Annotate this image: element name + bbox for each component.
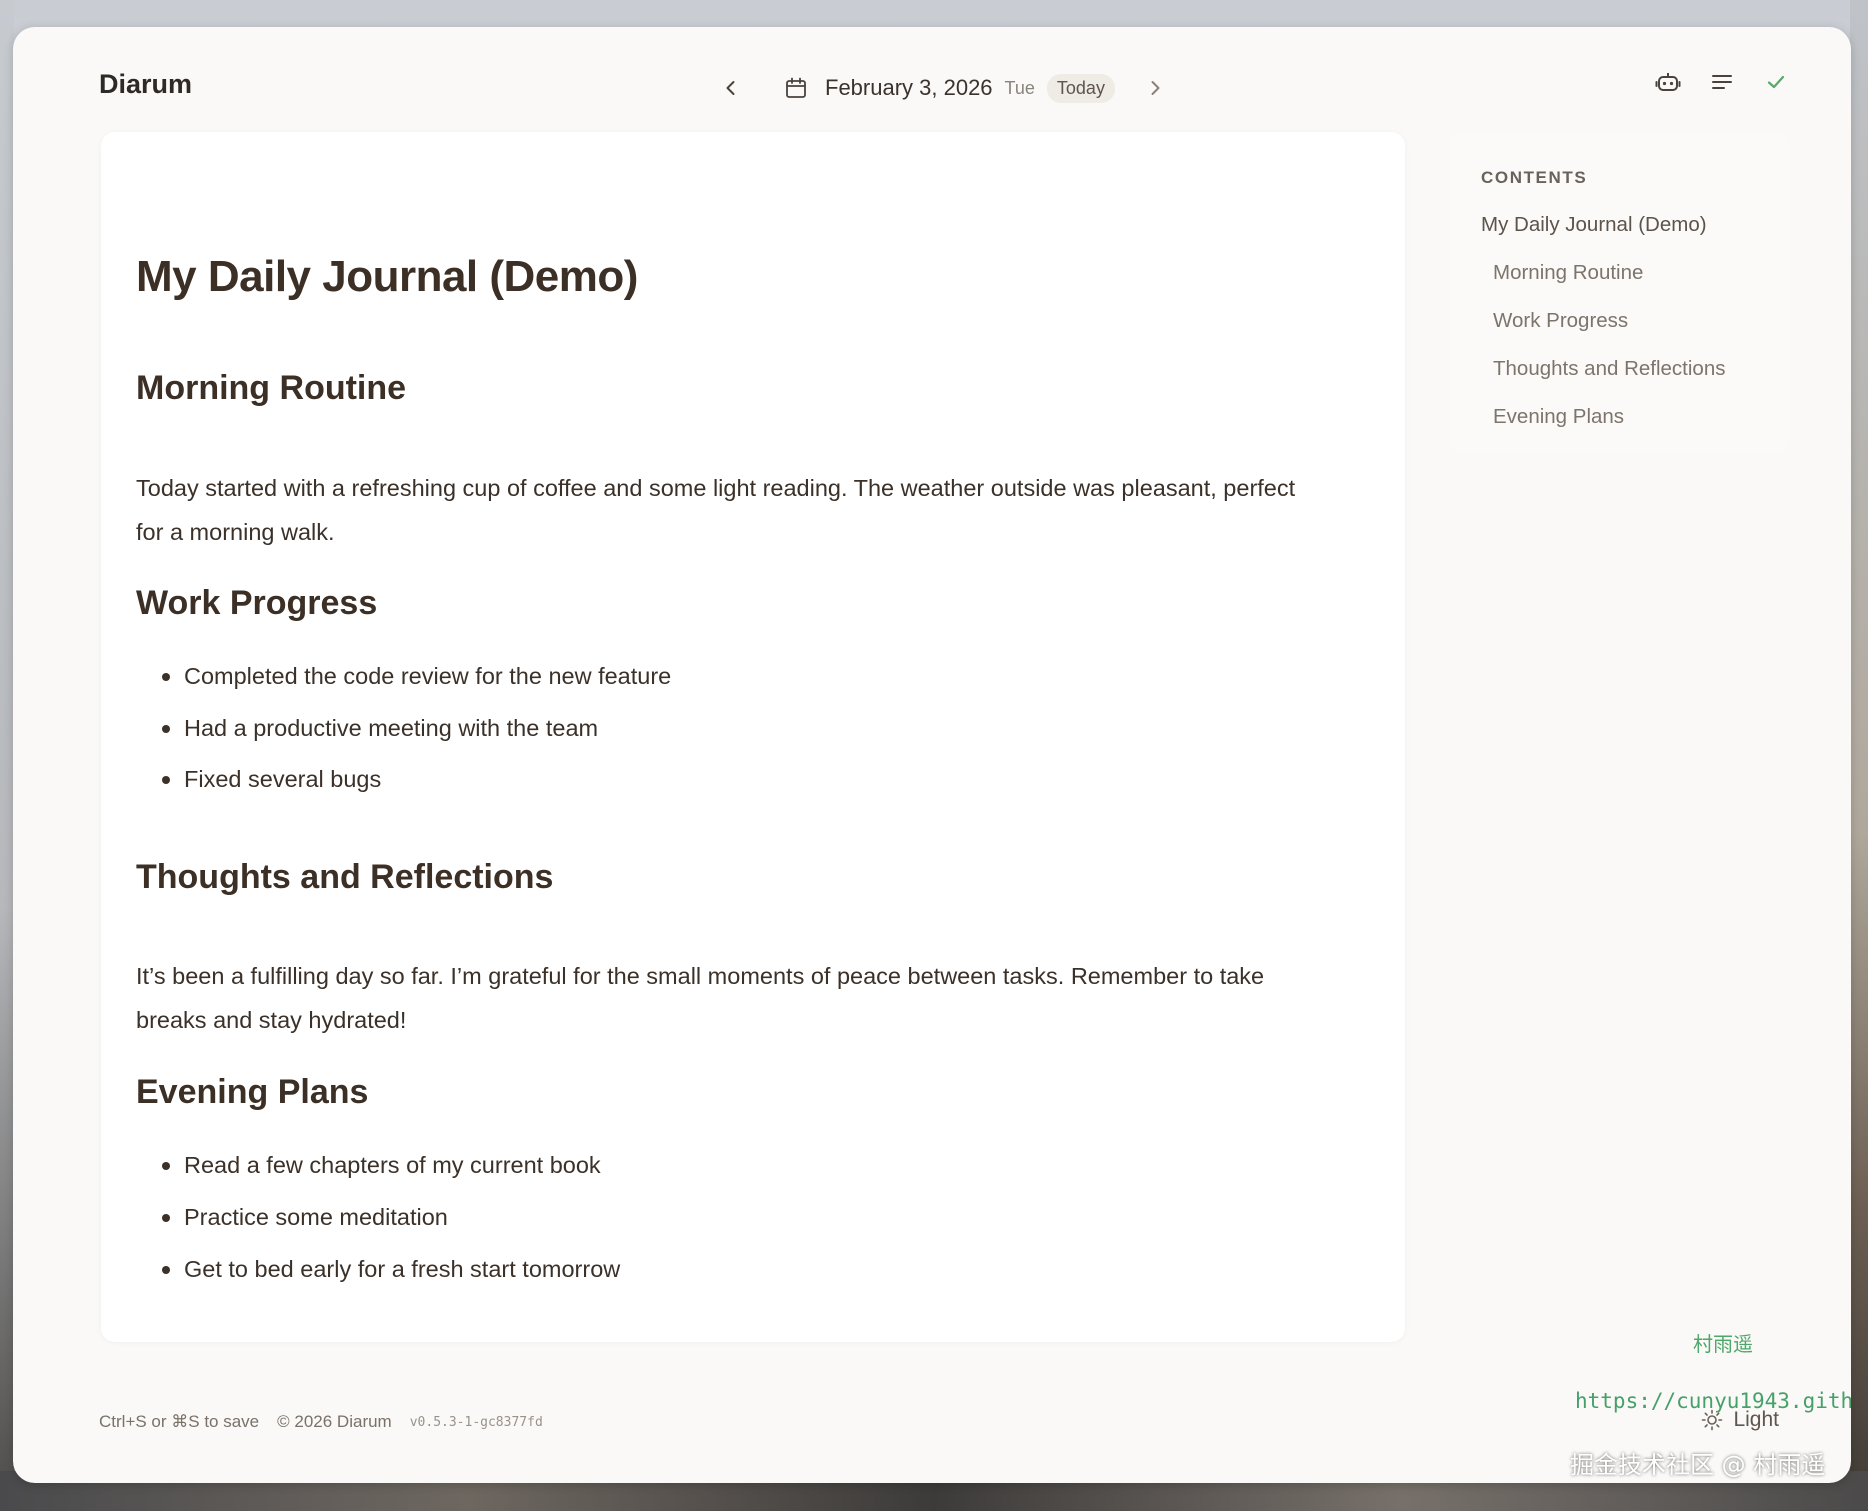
- paragraph-line: breaks and stay hydrated!: [136, 1007, 407, 1033]
- toc-item-my-daily-journal[interactable]: My Daily Journal (Demo): [1481, 213, 1707, 237]
- toc-title: CONTENTS: [1481, 168, 1588, 187]
- heading-work-progress: Work Progress: [136, 584, 378, 622]
- next-day-button[interactable]: [1137, 70, 1173, 106]
- chevron-left-icon: [726, 81, 735, 95]
- table-of-contents: CONTENTS My Daily Journal (Demo) Morning…: [1449, 132, 1789, 454]
- paragraph-line: for a morning walk.: [136, 519, 335, 545]
- toc-item-morning-routine[interactable]: Morning Routine: [1493, 261, 1643, 285]
- list-item-text: Practice some meditation: [184, 1204, 448, 1230]
- list-item-text: Fixed several bugs: [184, 766, 382, 792]
- bullet-dot: [162, 1265, 170, 1274]
- heading-evening-plans: Evening Plans: [136, 1073, 369, 1111]
- toolbar: [1653, 67, 1791, 97]
- journal-editor[interactable]: My Daily Journal (Demo) Morning Routine …: [101, 132, 1405, 1342]
- theme-toggle-button[interactable]: Light: [1701, 1408, 1779, 1432]
- sun-icon: [1702, 1409, 1723, 1431]
- current-date[interactable]: February 3, 2026: [825, 75, 993, 101]
- save-hint: Ctrl+S or ⌘S to save: [99, 1412, 260, 1431]
- bullet-dot: [162, 724, 170, 733]
- watermark-site: 掘金技术社区 @ 村雨遥: [1570, 1451, 1826, 1479]
- theme-label: Light: [1733, 1408, 1779, 1431]
- saved-status-indicator[interactable]: [1761, 67, 1791, 97]
- date-navigator: February 3, 2026 Tue Today: [713, 63, 1173, 113]
- list-item: Fixed several bugs: [162, 766, 381, 793]
- bullet-dot: [162, 672, 170, 681]
- app-title: Diarum: [99, 69, 193, 99]
- outline-icon: [1712, 75, 1732, 89]
- list-item-text: Get to bed early for a fresh start tomor…: [184, 1256, 621, 1282]
- list-item: Completed the code review for the new fe…: [162, 663, 671, 690]
- toc-item-work-progress[interactable]: Work Progress: [1493, 309, 1628, 333]
- check-icon: [1767, 75, 1785, 89]
- document-title: My Daily Journal (Demo): [136, 252, 638, 301]
- footer-info: Ctrl+S or ⌘S to save © 2026 Diarum v0.5.…: [99, 1412, 543, 1432]
- list-item: Read a few chapters of my current book: [162, 1152, 601, 1179]
- bullet-dot: [162, 775, 170, 784]
- current-weekday: Tue: [1004, 77, 1035, 98]
- copyright: © 2026 Diarum: [277, 1412, 392, 1431]
- bullet-dot: [162, 1213, 170, 1222]
- today-button[interactable]: Today: [1046, 73, 1115, 103]
- chevron-right-icon: [1151, 81, 1160, 95]
- toc-item-evening-plans[interactable]: Evening Plans: [1493, 405, 1624, 429]
- paragraph-line: It’s been a fulfilling day so far. I’m g…: [136, 963, 1265, 989]
- desktop-backdrop-right: [1850, 0, 1868, 1511]
- list-item-text: Read a few chapters of my current book: [184, 1152, 601, 1178]
- calendar-icon: [786, 77, 806, 98]
- previous-day-button[interactable]: [713, 70, 749, 106]
- list-item: Had a productive meeting with the team: [162, 715, 598, 742]
- toggle-outline-button[interactable]: [1707, 67, 1737, 97]
- app-window: Diarum February 3, 2026 Tue Today My Dai…: [13, 27, 1851, 1483]
- heading-thoughts-and-reflections: Thoughts and Reflections: [136, 858, 554, 896]
- calendar-button[interactable]: [781, 73, 811, 103]
- list-item-text: Had a productive meeting with the team: [184, 715, 599, 741]
- list-item: Get to bed early for a fresh start tomor…: [162, 1256, 620, 1283]
- robot-icon: [1655, 73, 1681, 91]
- version-label: v0.5.3-1-gc8377fd: [409, 1414, 543, 1430]
- list-item-text: Completed the code review for the new fe…: [184, 663, 672, 689]
- ai-assistant-button[interactable]: [1653, 67, 1683, 97]
- paragraph-line: Today started with a refreshing cup of c…: [136, 475, 1296, 501]
- list-item: Practice some meditation: [162, 1204, 448, 1231]
- bullet-dot: [162, 1161, 170, 1170]
- desktop-backdrop-left: [0, 0, 14, 1511]
- watermark-author: 村雨遥: [1693, 1332, 1753, 1356]
- toc-item-thoughts-and-reflections[interactable]: Thoughts and Reflections: [1493, 357, 1725, 381]
- heading-morning-routine: Morning Routine: [136, 369, 407, 407]
